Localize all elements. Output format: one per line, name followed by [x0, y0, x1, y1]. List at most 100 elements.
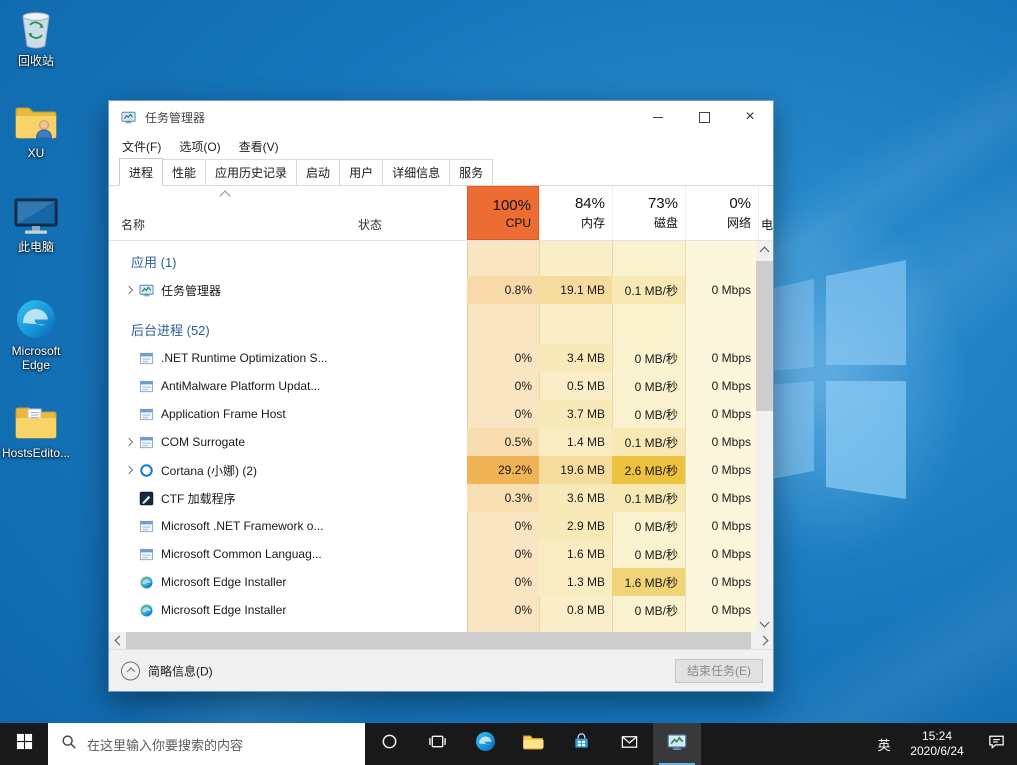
network-total-percent: 0%	[729, 195, 751, 212]
tab[interactable]: 服务	[449, 159, 493, 185]
process-cpu-cell: 0%	[467, 568, 539, 596]
chevron-placeholder	[109, 624, 139, 632]
close-button[interactable]: ×	[727, 101, 773, 133]
process-row[interactable]: Microsoft .NET Framework o...0%2.9 MB0 M…	[109, 512, 773, 540]
process-row[interactable]: AntiMalware Platform Updat...0%0.5 MB0 M…	[109, 372, 773, 400]
store-button[interactable]	[557, 723, 605, 765]
action-center-icon	[987, 732, 1006, 756]
process-name: AntiMalware Platform Updat...	[161, 379, 356, 393]
cpu-header[interactable]: 100% CPU	[467, 186, 539, 240]
process-mem-cell: 2.9 MB	[539, 512, 612, 540]
maximize-button[interactable]	[681, 101, 727, 133]
process-net-cell: 0 Mbps	[685, 276, 758, 304]
edge-button[interactable]	[461, 723, 509, 765]
mail-icon	[620, 732, 639, 756]
horizontal-scroll-thumb[interactable]	[126, 632, 751, 649]
desktop-icon-label: XU	[28, 146, 45, 160]
chevron-placeholder	[109, 400, 139, 428]
process-disk-cell: 0.1 MB/秒	[612, 276, 685, 304]
file-explorer-icon	[522, 733, 544, 756]
process-row[interactable]: Microsoft Edge Installer0%0.8 MB0 MB/秒0 …	[109, 596, 773, 624]
desktop-icon-folder-docs[interactable]: HostsEdito...	[3, 398, 69, 460]
power-header[interactable]: 电	[758, 186, 773, 240]
scroll-left-arrow-icon[interactable]	[109, 632, 126, 649]
process-row[interactable]: COM Surrogate0.5%1.4 MB0.1 MB/秒0 Mbps	[109, 428, 773, 456]
process-mem-cell: 3.4 MB	[539, 344, 612, 372]
process-row[interactable]: .NET Runtime Optimization S...0%3.4 MB0 …	[109, 344, 773, 372]
expand-chevron-icon[interactable]	[109, 428, 139, 456]
name-column-header[interactable]: 名称	[121, 216, 145, 233]
memory-total-percent: 84%	[575, 195, 605, 212]
end-task-button[interactable]: 结束任务(E)	[675, 659, 763, 683]
process-net-cell: 0 Mbps	[685, 400, 758, 428]
process-disk-cell: 0 MB/秒	[612, 344, 685, 372]
generic-process-icon	[139, 344, 161, 372]
scroll-right-arrow-icon[interactable]	[756, 632, 773, 649]
minimize-icon	[653, 117, 663, 118]
menu-item[interactable]: 文件(F)	[113, 138, 170, 155]
tab[interactable]: 用户	[339, 159, 383, 185]
desktop-icon-this-pc[interactable]: 此电脑	[3, 192, 69, 254]
process-name: Microsoft Common Languag...	[161, 547, 356, 561]
desktop-icon-edge[interactable]: Microsoft Edge	[3, 296, 69, 372]
scroll-up-arrow-icon[interactable]	[756, 241, 773, 258]
network-column-label: 网络	[727, 214, 751, 231]
menu-item[interactable]: 查看(V)	[230, 138, 288, 155]
details-toggle[interactable]: 简略信息(D)	[121, 661, 213, 680]
tab[interactable]: 进程	[119, 158, 163, 186]
taskbar-search[interactable]: 在这里输入你要搜索的内容	[48, 723, 365, 765]
process-group-header[interactable]: 后台进程 (52)	[109, 314, 773, 344]
clock[interactable]: 15:24 2020/6/24	[899, 723, 975, 765]
desktop-icon-label: 此电脑	[18, 240, 54, 254]
process-list: 应用 (1)任务管理器0.8%19.1 MB0.1 MB/秒0 Mbps 后台进程…	[109, 241, 773, 632]
process-net-cell: 0 Mbps	[685, 512, 758, 540]
process-group-header[interactable]: 应用 (1)	[109, 246, 773, 276]
desktop-icon-user-folder[interactable]: XU	[3, 98, 69, 160]
status-column-header[interactable]: 状态	[358, 216, 382, 233]
expand-chevron-icon[interactable]	[109, 276, 139, 304]
memory-header[interactable]: 84% 内存	[539, 186, 612, 240]
mail-button[interactable]	[605, 723, 653, 765]
task-view-icon	[428, 732, 447, 756]
cpu-column-label: CPU	[506, 216, 531, 230]
tab[interactable]: 详细信息	[382, 159, 450, 185]
process-row[interactable]: CTF 加载程序0.3%3.6 MB0.1 MB/秒0 Mbps	[109, 484, 773, 512]
scroll-down-arrow-icon[interactable]	[756, 615, 773, 632]
menu-item[interactable]: 选项(O)	[170, 138, 229, 155]
process-row[interactable]: Application Frame Host0%3.7 MB0 MB/秒0 Mb…	[109, 400, 773, 428]
process-net-cell: 0 Mbps	[685, 484, 758, 512]
vertical-scroll-thumb[interactable]	[756, 261, 773, 411]
process-mem-cell: 3.6 MB	[539, 484, 612, 512]
network-header[interactable]: 0% 网络	[685, 186, 758, 240]
vertical-scrollbar[interactable]	[756, 241, 773, 632]
process-cpu-cell: 0.5%	[467, 428, 539, 456]
edge-installer-process-icon	[139, 596, 161, 624]
process-name: Microsoft Edge Installer	[161, 575, 356, 589]
process-name: Application Frame Host	[161, 407, 356, 421]
edge-installer-process-icon	[139, 568, 161, 596]
language-indicator[interactable]: 英	[869, 723, 899, 765]
desktop-icon-recycle-bin[interactable]: 回收站	[3, 6, 69, 68]
horizontal-scrollbar[interactable]	[109, 632, 773, 649]
tab[interactable]: 启动	[296, 159, 340, 185]
start-button[interactable]	[0, 723, 48, 765]
minimize-button[interactable]	[635, 101, 681, 133]
process-row[interactable]: Microsoft Common Languag...0%1.6 MB0 MB/…	[109, 540, 773, 568]
tab[interactable]: 性能	[162, 159, 206, 185]
process-row[interactable]: Cortana (小娜) (2)29.2%19.6 MB2.6 MB/秒0 Mb…	[109, 456, 773, 484]
process-name: CTF 加载程序	[161, 490, 356, 507]
tab[interactable]: 应用历史记录	[205, 159, 297, 185]
expand-chevron-icon[interactable]	[109, 456, 139, 484]
action-center-button[interactable]	[975, 723, 1017, 765]
memory-column-label: 内存	[581, 214, 605, 231]
task-view-button[interactable]	[413, 723, 461, 765]
process-row[interactable]: 任务管理器0.8%19.1 MB0.1 MB/秒0 Mbps	[109, 276, 773, 304]
cortana-button[interactable]	[365, 723, 413, 765]
process-row[interactable]	[109, 624, 773, 632]
task-manager-button[interactable]	[653, 723, 701, 765]
disk-header[interactable]: 73% 磁盘	[612, 186, 685, 240]
process-row[interactable]: Microsoft Edge Installer0%1.3 MB1.6 MB/秒…	[109, 568, 773, 596]
file-explorer-button[interactable]	[509, 723, 557, 765]
group-label: 后台进程 (52)	[131, 320, 210, 339]
process-disk-cell: 0 MB/秒	[612, 400, 685, 428]
